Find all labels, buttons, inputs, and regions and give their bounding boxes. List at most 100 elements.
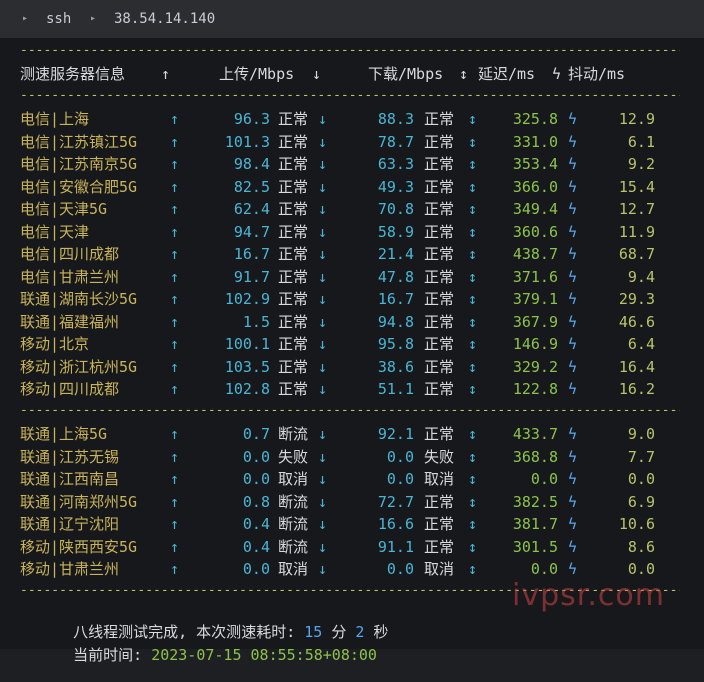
- bolt-icon: ϟ: [568, 222, 578, 241]
- header-server: 测速服务器信息: [20, 65, 126, 83]
- upload-value: 0.4: [242, 515, 270, 533]
- up-arrow-icon: ↑: [170, 425, 180, 443]
- upload-status: 正常: [278, 267, 309, 286]
- up-arrow-icon: ↑: [170, 290, 180, 308]
- download-value: 70.8: [377, 200, 414, 218]
- jitter-value: 0.0: [627, 560, 655, 578]
- upload-value: 0.0: [242, 470, 270, 488]
- jitter-value: 16.2: [618, 380, 655, 398]
- bolt-icon: ϟ: [568, 267, 578, 286]
- updown-arrow-icon: ↕: [468, 222, 478, 241]
- updown-arrow-icon: ↕: [468, 312, 478, 331]
- server-name: 移动|北京: [20, 335, 90, 353]
- download-status: 取消: [424, 560, 455, 578]
- upload-value: 102.9: [224, 290, 270, 308]
- prompt-arrow-icon: ▸: [22, 13, 29, 24]
- upload-value: 1.5: [242, 312, 270, 331]
- bolt-icon: ϟ: [568, 177, 578, 196]
- bolt-icon: ϟ: [568, 155, 578, 173]
- up-arrow-icon: ↑: [170, 492, 180, 511]
- updown-arrow-icon: ↕: [459, 65, 469, 83]
- upload-status: 正常: [278, 335, 309, 353]
- download-status: 正常: [424, 425, 455, 443]
- latency-value: 0.0: [530, 470, 558, 488]
- latency-value: 367.9: [512, 312, 558, 331]
- download-value: 16.6: [377, 515, 414, 533]
- down-arrow-icon: ↓: [318, 110, 328, 128]
- bolt-icon: ϟ: [568, 312, 578, 331]
- upload-status: 断流: [278, 537, 309, 556]
- updown-arrow-icon: ↕: [468, 357, 478, 376]
- bolt-icon: ϟ: [568, 290, 578, 308]
- down-arrow-icon: ↓: [318, 200, 328, 218]
- down-arrow-icon: ↓: [318, 132, 328, 151]
- bolt-icon: ϟ: [568, 425, 578, 443]
- down-arrow-icon: ↓: [318, 470, 328, 488]
- host-address: 38.54.14.140: [114, 11, 216, 27]
- down-arrow-icon: ↓: [318, 222, 328, 241]
- updown-arrow-icon: ↕: [468, 177, 478, 196]
- latency-value: 353.4: [512, 155, 558, 173]
- download-status: 正常: [424, 222, 455, 241]
- upload-value: 102.8: [224, 380, 270, 398]
- upload-status: 正常: [278, 110, 309, 128]
- download-value: 78.7: [377, 132, 414, 151]
- up-arrow-icon: ↑: [170, 537, 180, 556]
- updown-arrow-icon: ↕: [468, 470, 478, 488]
- download-status: 正常: [424, 110, 455, 128]
- download-value: 91.1: [377, 537, 414, 556]
- bolt-icon: ϟ: [568, 492, 578, 511]
- server-name: 联通|湖南长沙5G: [20, 290, 138, 308]
- down-arrow-icon: ↓: [318, 155, 328, 173]
- upload-value: 101.3: [224, 132, 270, 151]
- server-name: 电信|四川成都: [20, 245, 120, 263]
- updown-arrow-icon: ↕: [468, 335, 478, 353]
- terminal-title-bar: ▸ ssh ▸ 38.54.14.140: [0, 0, 704, 38]
- download-value: 95.8: [377, 335, 414, 353]
- upload-value: 103.5: [224, 357, 270, 376]
- upload-value: 0.8: [242, 492, 270, 511]
- terminal-output[interactable]: ----------------------------------------…: [0, 38, 704, 664]
- upload-status: 正常: [278, 155, 309, 173]
- up-arrow-icon: ↑: [170, 470, 180, 488]
- download-value: 21.4: [377, 245, 414, 263]
- latency-value: 366.0: [512, 177, 558, 196]
- download-value: 63.3: [377, 155, 414, 173]
- latency-value: 438.7: [512, 245, 558, 263]
- jitter-value: 46.6: [618, 312, 655, 331]
- jitter-value: 10.6: [618, 515, 655, 533]
- jitter-value: 12.7: [618, 200, 655, 218]
- latency-value: 382.5: [512, 492, 558, 511]
- up-arrow-icon: ↑: [170, 132, 180, 151]
- download-value: 0.0: [386, 470, 414, 488]
- jitter-value: 16.4: [618, 357, 655, 376]
- upload-status: 断流: [278, 492, 309, 511]
- bolt-icon: ϟ: [568, 447, 578, 466]
- down-arrow-icon: ↓: [318, 515, 328, 533]
- server-name: 电信|甘肃兰州: [20, 267, 120, 286]
- download-value: 49.3: [377, 177, 414, 196]
- up-arrow-icon: ↑: [170, 560, 180, 578]
- up-arrow-icon: ↑: [170, 177, 180, 196]
- down-arrow-icon: ↓: [318, 380, 328, 398]
- bolt-icon: ϟ: [568, 560, 578, 578]
- server-name: 联通|福建福州: [20, 312, 120, 331]
- download-status: 正常: [424, 155, 455, 173]
- latency-value: 371.6: [512, 267, 558, 286]
- separator-line: ----------------------------------------…: [20, 44, 680, 58]
- updown-arrow-icon: ↕: [468, 155, 478, 173]
- down-arrow-icon: ↓: [318, 425, 328, 443]
- download-status: 正常: [424, 335, 455, 353]
- server-name: 联通|河南郑州5G: [20, 492, 138, 511]
- down-arrow-icon: ↓: [312, 65, 322, 83]
- latency-value: 349.4: [512, 200, 558, 218]
- download-status: 正常: [424, 290, 455, 308]
- server-name: 联通|上海5G: [20, 425, 108, 443]
- download-value: 94.8: [377, 312, 414, 331]
- jitter-value: 12.9: [618, 110, 655, 128]
- down-arrow-icon: ↓: [318, 537, 328, 556]
- jitter-value: 8.6: [627, 537, 655, 556]
- latency-value: 379.1: [512, 290, 558, 308]
- server-name: 电信|江苏南京5G: [20, 155, 138, 173]
- updown-arrow-icon: ↕: [468, 132, 478, 151]
